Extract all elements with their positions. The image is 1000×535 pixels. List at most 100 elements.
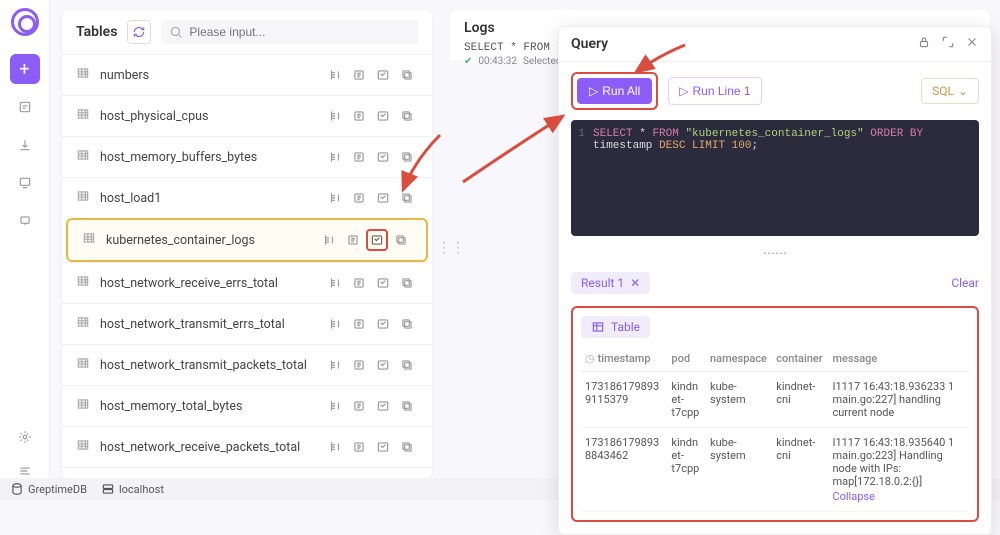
footer-host[interactable]: localhost [101,482,164,496]
result-row: 1731861798939115379kindnet-t7cppkube-sys… [581,372,969,428]
table-name: host_memory_buffers_bytes [100,150,314,165]
copy-icon[interactable] [390,229,412,251]
table-name: host_network_receive_packets_total [100,440,314,455]
sidebar-item-query[interactable] [10,92,40,122]
schema-icon[interactable] [324,272,346,294]
close-icon[interactable] [965,35,979,53]
query-icon[interactable] [372,105,394,127]
schema-icon[interactable] [324,436,346,458]
table-row[interactable]: host_physical_cpus [62,95,432,136]
collapse-link[interactable]: Collapse [832,490,965,503]
query-icon[interactable] [372,187,394,209]
status-check-icon: ✔ [464,56,472,67]
col-container[interactable]: container [772,346,828,372]
search-input[interactable] [189,25,410,39]
details-icon[interactable] [348,64,370,86]
database-icon [10,482,24,496]
table-row[interactable]: host_memory_swapped_out_bytes_total [62,467,432,478]
query-icon[interactable] [366,229,388,251]
copy-icon[interactable] [396,313,418,335]
table-row[interactable]: host_load1 [62,177,432,218]
sidebar-item-dashboard[interactable] [10,168,40,198]
query-icon[interactable] [372,272,394,294]
results-highlight: Table ◷timestamp pod namespace container… [571,306,979,522]
details-icon[interactable] [342,229,364,251]
table-view-tab[interactable]: Table [581,316,650,338]
schema-icon[interactable] [318,229,340,251]
table-row[interactable]: kubernetes_container_logs [66,218,428,262]
run-line-button[interactable]: ▷ Run Line 1 [668,77,761,105]
details-icon[interactable] [348,395,370,417]
sidebar-item-ingest[interactable] [10,130,40,160]
details-icon[interactable] [348,313,370,335]
result-tab[interactable]: Result 1 ✕ [571,272,650,294]
panel-resize-handle[interactable]: ⋮⋮ [437,240,465,256]
search-input-wrapper[interactable] [161,20,418,44]
col-pod[interactable]: pod [667,346,706,372]
schema-icon[interactable] [324,105,346,127]
cell-message: I1117 16:43:18.935640 1 main.go:223] Han… [828,428,969,512]
copy-icon[interactable] [396,354,418,376]
col-namespace[interactable]: namespace [706,346,772,372]
table-row[interactable]: host_network_transmit_packets_total [62,344,432,385]
query-icon[interactable] [372,395,394,417]
table-icon [76,148,90,166]
cell-container: kindnet-cni [772,372,828,428]
table-icon [76,438,90,456]
details-icon[interactable] [348,272,370,294]
query-icon[interactable] [372,64,394,86]
table-row[interactable]: host_memory_buffers_bytes [62,136,432,177]
copy-icon[interactable] [396,395,418,417]
details-icon[interactable] [348,354,370,376]
logs-time: 00:43:32 [478,56,517,67]
copy-icon[interactable] [396,436,418,458]
schema-icon[interactable] [324,395,346,417]
query-icon[interactable] [372,146,394,168]
table-name: host_load1 [100,191,314,206]
table-icon [76,315,90,333]
table-icon [76,66,90,84]
schema-icon[interactable] [324,354,346,376]
query-icon[interactable] [372,354,394,376]
copy-icon[interactable] [396,64,418,86]
schema-icon[interactable] [324,146,346,168]
add-button[interactable]: + [10,54,40,84]
clear-button[interactable]: Clear [951,276,979,290]
table-name: host_network_receive_errs_total [100,276,314,291]
schema-icon[interactable] [324,313,346,335]
table-row[interactable]: numbers [62,54,432,95]
copy-icon[interactable] [396,187,418,209]
col-message[interactable]: message [828,346,969,372]
refresh-button[interactable] [127,20,151,44]
query-icon[interactable] [372,313,394,335]
language-dropdown[interactable]: SQL ⌄ [921,78,979,104]
run-all-button[interactable]: ▷ Run All [577,78,652,104]
table-icon [591,320,605,334]
copy-icon[interactable] [396,272,418,294]
copy-icon[interactable] [396,146,418,168]
copy-icon[interactable] [396,105,418,127]
table-row[interactable]: host_memory_total_bytes [62,385,432,426]
col-timestamp[interactable]: ◷timestamp [581,346,667,372]
sql-editor[interactable]: 1 SELECT * FROM "kubernetes_container_lo… [571,120,979,236]
editor-resize-handle[interactable]: ⋯⋯ [559,246,991,260]
table-row[interactable]: host_network_transmit_errs_total [62,303,432,344]
query-icon[interactable] [372,436,394,458]
footer-brand: GreptimeDB [10,482,87,496]
lock-icon[interactable] [917,35,931,53]
details-icon[interactable] [348,146,370,168]
expand-icon[interactable] [941,35,955,53]
details-icon[interactable] [348,105,370,127]
result-tab-close-icon[interactable]: ✕ [630,276,640,290]
cell-timestamp: 1731861798939115379 [581,372,667,428]
sidebar-item-monitor[interactable] [10,206,40,236]
table-row[interactable]: host_network_receive_errs_total [62,262,432,303]
details-icon[interactable] [348,436,370,458]
logo-icon [11,8,39,36]
schema-icon[interactable] [324,187,346,209]
schema-icon[interactable] [324,64,346,86]
settings-icon[interactable] [10,422,40,452]
table-row[interactable]: host_network_receive_packets_total [62,426,432,467]
details-icon[interactable] [348,187,370,209]
line-number: 1 [571,128,593,152]
